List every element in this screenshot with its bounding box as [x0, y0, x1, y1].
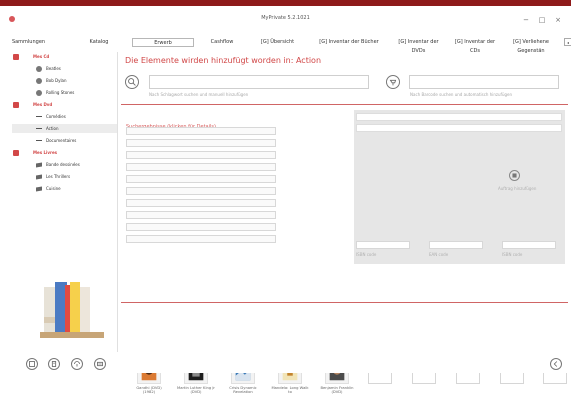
add-to-list-icon-glyph: [512, 173, 517, 178]
disc-icon: [36, 78, 42, 84]
thumb-label: Mandela: Long Walk to: [271, 386, 309, 395]
detail-small-label-1: ISBN code: [356, 252, 377, 257]
export-icon-glyph: [97, 361, 103, 367]
book-icon-glyph: [51, 361, 57, 367]
result-row[interactable]: [126, 139, 276, 147]
books-illustration: [36, 282, 108, 340]
sidebar-item-mes-dvd[interactable]: Mes Dvd: [33, 100, 52, 109]
add-icon[interactable]: [26, 358, 38, 370]
sidebar-item-bob-dylan[interactable]: Bob Dylan: [46, 76, 67, 85]
barcode-search-icon-glyph: [389, 79, 397, 86]
tab-verliehene-gegenstaende[interactable]: [G] Verliehene Gegenstän: [502, 38, 560, 54]
sidebar-item-mes-livres[interactable]: Mes Livres: [33, 148, 57, 157]
dvd-item-icon: [36, 128, 42, 129]
folder-icon: [13, 102, 19, 108]
result-row[interactable]: [126, 175, 276, 183]
barcode-search-icon[interactable]: [386, 75, 400, 89]
scan-icon[interactable]: [71, 358, 83, 370]
book-icon: [36, 174, 42, 180]
disc-icon: [36, 66, 42, 72]
book-icon: [36, 162, 42, 168]
sidebar-item-cuisine[interactable]: Cuisine: [46, 184, 61, 193]
sidebar-item-beatles[interactable]: Beatles: [46, 64, 61, 73]
sidebar-item-documentaires[interactable]: Documentaires: [46, 136, 76, 145]
thumb-label: Crisis Dynamic Revelation: [229, 386, 257, 395]
barcode-hint: Nach Barcode suchen und automatisch hinz…: [410, 92, 513, 97]
result-row[interactable]: [126, 151, 276, 159]
search-icon[interactable]: [125, 75, 139, 89]
maximize-icon[interactable]: □: [537, 15, 547, 25]
folder-icon: [13, 150, 19, 156]
result-row[interactable]: [126, 211, 276, 219]
tab-inventar-cds[interactable]: [G] Inventar der CDs: [452, 38, 498, 54]
app-window: MyPrivate 5.2.1021 − □ × Sammlungen Kata…: [0, 0, 571, 394]
detail-field-title: [356, 113, 562, 121]
add-icon-glyph: [29, 361, 35, 367]
tab-inventar-dvds[interactable]: [G] Inventar der DVDs: [391, 38, 446, 54]
bottom-toolbar: [0, 355, 571, 373]
tab-erwerb[interactable]: Erwerb: [132, 38, 194, 47]
bottom-separator: [121, 302, 568, 303]
back-icon-glyph: [553, 361, 558, 367]
detail-small-label-3: ISBN code: [502, 252, 523, 257]
tab-sammlungen[interactable]: Sammlungen: [9, 38, 48, 47]
detail-field-subtitle: [356, 124, 562, 132]
sidebar-item-rolling-stones[interactable]: Rolling Stones: [46, 88, 74, 97]
book-icon: [36, 186, 42, 192]
result-row[interactable]: [126, 127, 276, 135]
sidebar-item-bande-dessinees[interactable]: Bande dessinées: [46, 160, 80, 169]
tab-inventar-buecher[interactable]: [G] Inventar der Bücher: [316, 38, 382, 47]
detail-small-field-2: [429, 241, 483, 249]
tab-prev-button[interactable]: ◂: [564, 38, 571, 46]
thumb-label: Benjamin Franklin (DVD): [320, 386, 354, 395]
minimize-icon[interactable]: −: [521, 15, 531, 25]
detail-panel: Auftrag hinzufügen ISBN code EAN code IS…: [354, 110, 565, 264]
search-row: Nach Schlagwort suchen und manuell hinzu…: [121, 72, 568, 108]
barcode-input[interactable]: [409, 75, 559, 89]
disc-icon: [36, 90, 42, 96]
dvd-item-icon: [36, 116, 42, 117]
result-row[interactable]: [126, 187, 276, 195]
result-row[interactable]: [126, 235, 276, 243]
scan-icon-glyph: [74, 361, 80, 367]
page-title: Die Elemente wirden hinzufügt worden in:…: [125, 56, 322, 65]
thumb-label: Gandhi (DVD) (1982): [136, 386, 162, 395]
header-separator: [121, 104, 568, 105]
tab-uebersicht[interactable]: [G] Übersicht: [250, 38, 305, 47]
tab-cashflow[interactable]: Cashflow: [207, 38, 237, 47]
back-icon[interactable]: [550, 358, 562, 370]
sidebar-item-action-label: Action: [46, 126, 59, 131]
sidebar-item-comedies[interactable]: Comédies: [46, 112, 66, 121]
export-icon[interactable]: [94, 358, 106, 370]
window-title: MyPrivate 5.2.1021: [261, 15, 310, 21]
search-hint: Nach Schlagwort suchen und manuell hinzu…: [149, 92, 249, 97]
search-icon-glyph: [128, 78, 136, 86]
sidebar-item-action[interactable]: Action: [12, 124, 117, 133]
sidebar-item-les-thrillers[interactable]: Les Thrillers: [46, 172, 70, 181]
sidebar-item-mes-cd[interactable]: Mes Cd: [33, 52, 49, 61]
thumb-label: Martin Luther King Jr (DVD): [177, 386, 215, 395]
search-input[interactable]: [149, 75, 369, 89]
dvd-item-icon: [36, 140, 42, 141]
result-row[interactable]: [126, 199, 276, 207]
close-icon[interactable]: ×: [553, 15, 563, 25]
title-bar: MyPrivate 5.2.1021 − □ ×: [0, 6, 571, 34]
result-row[interactable]: [126, 163, 276, 171]
detail-small-label-2: EAN code: [429, 252, 449, 257]
detail-small-field-1: [356, 241, 410, 249]
add-to-list-icon[interactable]: [509, 170, 520, 181]
top-tabs: Sammlungen Katalog Erwerb Cashflow [G] Ü…: [9, 38, 571, 54]
result-row[interactable]: [126, 223, 276, 231]
add-label: Auftrag hinzufügen: [498, 186, 537, 191]
main-panel: Die Elemente wirden hinzufügt worden in:…: [121, 52, 568, 394]
book-icon[interactable]: [48, 358, 60, 370]
folder-icon: [13, 54, 19, 60]
tab-katalog[interactable]: Katalog: [84, 38, 114, 47]
detail-small-field-3: [502, 241, 556, 249]
